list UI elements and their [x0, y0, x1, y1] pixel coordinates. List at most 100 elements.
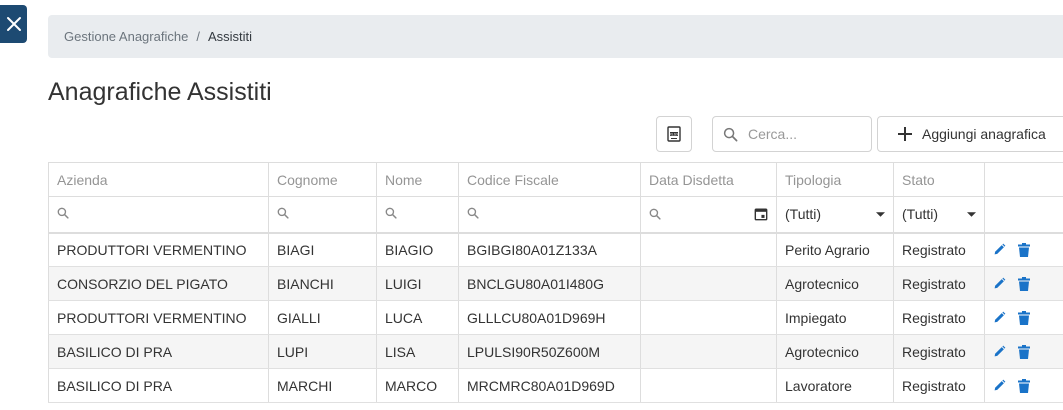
cell-cognome: BIAGI [268, 232, 377, 267]
filter-row: (Tutti) (Tutti) [48, 196, 1063, 234]
delete-button[interactable] [1018, 242, 1030, 257]
search-icon [385, 207, 397, 219]
search-box [712, 116, 872, 152]
add-anagrafica-label: Aggiungi anagrafica [922, 126, 1046, 142]
cell-actions [984, 266, 1063, 301]
filter-stato-value: (Tutti) [902, 206, 939, 223]
cell-azienda: PRODUTTORI VERMENTINO [48, 300, 269, 335]
export-xlsx-button[interactable]: XLSX [656, 116, 692, 152]
table-row[interactable]: PRODUTTORI VERMENTINO GIALLI LUCA GLLLCU80A… [48, 300, 1063, 335]
column-header-codice-fiscale[interactable]: Codice Fiscale [458, 162, 641, 197]
cell-azienda: BASILICO DI PRA [48, 334, 269, 369]
edit-button[interactable] [993, 243, 1006, 256]
column-header-cognome[interactable]: Cognome [268, 162, 377, 197]
cell-azienda: PRODUTTORI VERMENTINO [48, 232, 269, 267]
delete-button[interactable] [1018, 310, 1030, 325]
delete-button[interactable] [1018, 378, 1030, 393]
filter-stato-select[interactable]: (Tutti) [893, 196, 985, 234]
svg-text:XLSX: XLSX [670, 132, 679, 136]
edit-button[interactable] [993, 277, 1006, 290]
cell-nome: LUCA [376, 300, 459, 335]
cell-codice-fiscale: MRCMRC80A01D969D [458, 368, 641, 403]
cell-data-disdetta [640, 300, 777, 335]
search-icon [277, 207, 289, 219]
breadcrumb: Gestione Anagrafiche / Assistiti [48, 15, 1063, 58]
cell-data-disdetta [640, 232, 777, 267]
column-header-data-disdetta[interactable]: Data Disdetta [640, 162, 777, 197]
filter-tipologia-select[interactable]: (Tutti) [776, 196, 894, 234]
cell-codice-fiscale: BGIBGI80A01Z133A [458, 232, 641, 267]
filter-cognome[interactable] [268, 196, 377, 234]
cell-tipologia: Lavoratore [776, 368, 894, 403]
cell-cognome: BIANCHI [268, 266, 377, 301]
pencil-icon [994, 345, 1006, 357]
xlsx-export-icon: XLSX [667, 126, 681, 142]
filter-azienda[interactable] [48, 196, 269, 234]
pencil-icon [994, 379, 1006, 391]
filter-actions-empty [984, 196, 1063, 234]
plus-icon [898, 127, 912, 141]
breadcrumb-separator: / [196, 29, 200, 44]
table-row[interactable]: BASILICO DI PRA MARCHI MARCO MRCMRC80A01D96… [48, 368, 1063, 403]
breadcrumb-parent-link[interactable]: Gestione Anagrafiche [64, 29, 188, 44]
caret-down-icon [967, 212, 976, 217]
cell-codice-fiscale: BNCLGU80A01I480G [458, 266, 641, 301]
cell-azienda: BASILICO DI PRA [48, 368, 269, 403]
delete-button[interactable] [1018, 344, 1030, 359]
cell-actions [984, 334, 1063, 369]
table-row[interactable]: BASILICO DI PRA LUPI LISA LPULSI90R50Z600M A… [48, 334, 1063, 369]
table-row[interactable]: CONSORZIO DEL PIGATO BIANCHI LUIGI BNCLGU80… [48, 266, 1063, 301]
calendar-icon[interactable] [754, 207, 768, 221]
trash-icon [1018, 378, 1030, 393]
column-header-tipologia[interactable]: Tipologia [776, 162, 894, 197]
edit-button[interactable] [993, 379, 1006, 392]
cell-nome: LISA [376, 334, 459, 369]
search-icon [723, 127, 738, 141]
search-icon [649, 208, 661, 220]
search-input[interactable] [746, 125, 860, 143]
cell-actions [984, 368, 1063, 403]
filter-nome[interactable] [376, 196, 459, 234]
cell-actions [984, 300, 1063, 335]
caret-down-icon [876, 212, 885, 217]
cell-stato: Registrato [893, 368, 985, 403]
pencil-icon [994, 277, 1006, 289]
cell-stato: Registrato [893, 232, 985, 267]
cell-stato: Registrato [893, 266, 985, 301]
cell-azienda: CONSORZIO DEL PIGATO [48, 266, 269, 301]
cell-tipologia: Agrotecnico [776, 334, 894, 369]
edit-button[interactable] [993, 311, 1006, 324]
column-header-actions [984, 162, 1063, 197]
trash-icon [1018, 276, 1030, 291]
cell-tipologia: Perito Agrario [776, 232, 894, 267]
column-header-nome[interactable]: Nome [376, 162, 459, 197]
add-anagrafica-button[interactable]: Aggiungi anagrafica [877, 116, 1063, 152]
search-icon [57, 207, 69, 219]
cell-codice-fiscale: LPULSI90R50Z600M [458, 334, 641, 369]
cell-data-disdetta [640, 266, 777, 301]
trash-icon [1018, 242, 1030, 257]
table-row[interactable]: PRODUTTORI VERMENTINO BIAGI BIAGIO BGIBGI80… [48, 232, 1063, 267]
filter-codice-fiscale[interactable] [458, 196, 641, 234]
cell-nome: LUIGI [376, 266, 459, 301]
pencil-icon [994, 311, 1006, 323]
close-button[interactable] [0, 5, 27, 43]
column-header-azienda[interactable]: Azienda [48, 162, 269, 197]
delete-button[interactable] [1018, 276, 1030, 291]
cell-tipologia: Agrotecnico [776, 266, 894, 301]
cell-data-disdetta [640, 334, 777, 369]
edit-button[interactable] [993, 345, 1006, 358]
cell-tipologia: Impiegato [776, 300, 894, 335]
cell-cognome: MARCHI [268, 368, 377, 403]
cell-codice-fiscale: GLLLCU80A01D969H [458, 300, 641, 335]
cell-nome: BIAGIO [376, 232, 459, 267]
cell-nome: MARCO [376, 368, 459, 403]
cell-cognome: LUPI [268, 334, 377, 369]
filter-data-disdetta[interactable] [640, 196, 777, 234]
close-icon [6, 17, 21, 31]
cell-stato: Registrato [893, 300, 985, 335]
breadcrumb-current: Assistiti [207, 29, 252, 44]
cell-data-disdetta [640, 368, 777, 403]
filter-tipologia-value: (Tutti) [785, 206, 822, 223]
column-header-stato[interactable]: Stato [893, 162, 985, 197]
